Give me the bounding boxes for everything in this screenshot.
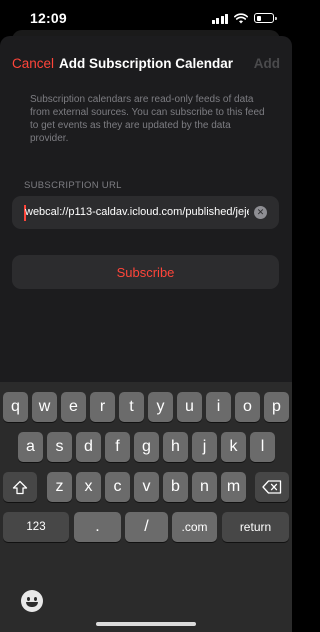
- navigation-bar: Cancel Add Subscription Calendar Add: [0, 36, 292, 90]
- return-key[interactable]: return: [222, 512, 289, 542]
- subscription-url-field[interactable]: webcal://p113-caldav.icloud.com/publishe…: [12, 196, 279, 229]
- key-y[interactable]: y: [148, 392, 173, 422]
- description-text: Subscription calendars are read-only fee…: [30, 94, 265, 144]
- key-p[interactable]: p: [264, 392, 289, 422]
- key-w[interactable]: w: [32, 392, 57, 422]
- clear-icon: ✕: [256, 207, 265, 217]
- cellular-signal-icon: [211, 13, 228, 24]
- home-indicator: [96, 622, 196, 626]
- subscription-url-value[interactable]: webcal://p113-caldav.icloud.com/publishe…: [25, 206, 249, 218]
- clear-text-button[interactable]: ✕: [254, 206, 267, 219]
- key-c[interactable]: c: [105, 472, 130, 502]
- key-slash[interactable]: /: [125, 512, 168, 542]
- key-n[interactable]: n: [192, 472, 217, 502]
- key-d[interactable]: d: [76, 432, 101, 462]
- key-m[interactable]: m: [221, 472, 246, 502]
- wifi-icon: [234, 12, 248, 23]
- key-x[interactable]: x: [76, 472, 101, 502]
- status-time: 12:09: [30, 10, 67, 26]
- delete-icon: [262, 480, 282, 494]
- key-t[interactable]: t: [119, 392, 144, 422]
- key-r[interactable]: r: [90, 392, 115, 422]
- key-f[interactable]: f: [105, 432, 130, 462]
- status-icons: [211, 12, 277, 24]
- key-dotcom[interactable]: .com: [172, 512, 217, 542]
- key-l[interactable]: l: [250, 432, 275, 462]
- key-a[interactable]: a: [18, 432, 43, 462]
- shift-key[interactable]: [3, 472, 37, 502]
- key-v[interactable]: v: [134, 472, 159, 502]
- key-q[interactable]: q: [3, 392, 28, 422]
- subscribe-button[interactable]: Subscribe: [12, 255, 279, 289]
- delete-key[interactable]: [255, 472, 289, 502]
- keyboard: q w e r t y u i o p a s d f g h j k l z …: [0, 382, 292, 632]
- shift-icon: [12, 480, 28, 494]
- key-g[interactable]: g: [134, 432, 159, 462]
- key-j[interactable]: j: [192, 432, 217, 462]
- key-o[interactable]: o: [235, 392, 260, 422]
- emoji-icon[interactable]: [21, 590, 43, 612]
- key-b[interactable]: b: [163, 472, 188, 502]
- numbers-key[interactable]: 123: [3, 512, 69, 542]
- key-e[interactable]: e: [61, 392, 86, 422]
- page-title: Add Subscription Calendar: [58, 56, 234, 71]
- key-h[interactable]: h: [163, 432, 188, 462]
- key-dot[interactable]: .: [74, 512, 121, 542]
- key-z[interactable]: z: [47, 472, 72, 502]
- key-i[interactable]: i: [206, 392, 231, 422]
- add-button[interactable]: Add: [254, 56, 280, 71]
- key-k[interactable]: k: [221, 432, 246, 462]
- key-u[interactable]: u: [177, 392, 202, 422]
- key-s[interactable]: s: [47, 432, 72, 462]
- subscription-url-header: SUBSCRIPTION URL: [24, 180, 122, 191]
- battery-icon: [254, 13, 277, 23]
